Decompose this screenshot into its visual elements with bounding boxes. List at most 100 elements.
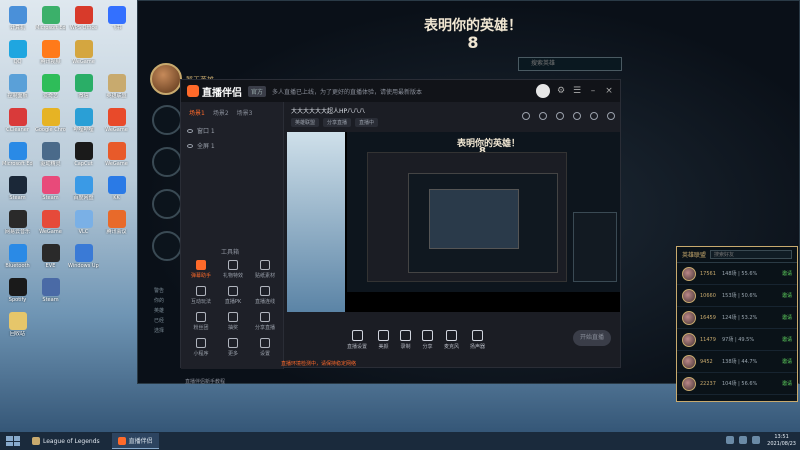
desktop-icon[interactable]: WeGame — [101, 104, 132, 138]
invite-button[interactable]: 邀请 — [782, 336, 792, 343]
eye-icon[interactable] — [187, 128, 193, 133]
desktop-icon[interactable]: Steam — [2, 172, 33, 206]
layout-icon[interactable] — [522, 112, 530, 120]
invite-button[interactable]: 邀请 — [782, 380, 792, 387]
volume-icon[interactable] — [739, 436, 747, 444]
desktop-icon[interactable]: 驱动精灵 — [35, 138, 66, 172]
desktop-icon[interactable]: VLC — [68, 206, 99, 240]
desktop-icon[interactable]: Microsoft Edge — [35, 2, 66, 36]
clock[interactable]: 13:51 2021/08/23 — [767, 434, 796, 448]
control-button[interactable]: 录制 — [400, 330, 412, 350]
desktop-icon[interactable]: 腾讯视频 — [35, 36, 66, 70]
settings-icon[interactable]: ⚙ — [556, 86, 566, 96]
room-tag[interactable]: 英雄联盟 — [291, 118, 320, 127]
desktop-icon[interactable]: Windows Update — [68, 240, 99, 274]
room-tag[interactable]: 直播中 — [355, 118, 379, 127]
champion-avatar[interactable] — [150, 63, 182, 95]
desktop-icon[interactable]: Steam — [35, 274, 66, 308]
desktop-icon[interactable]: CapCut — [68, 138, 99, 172]
desktop-icon[interactable]: 英雄联盟 — [101, 70, 132, 104]
control-button[interactable]: 分享 — [422, 330, 434, 350]
control-button[interactable]: 扬声器 — [470, 330, 485, 350]
friend-row[interactable]: 9452 138场 | 44.7% 邀请 — [677, 351, 797, 373]
desktop-icon[interactable]: 百度网盘 — [68, 172, 99, 206]
friends-search-input[interactable] — [710, 250, 792, 259]
desktop-icon[interactable]: 回收站 — [2, 308, 33, 342]
tool-button[interactable]: 贴纸素材 — [249, 260, 281, 286]
invite-button[interactable]: 邀请 — [782, 292, 792, 299]
desktop-icon[interactable]: EVE — [35, 240, 66, 274]
desktop-icon[interactable]: 计算机 — [2, 2, 33, 36]
desktop-icon[interactable]: Spotify — [2, 274, 33, 308]
tool-button[interactable]: 弹幕助手 — [185, 260, 217, 286]
desktop-icon[interactable]: Google Chrome — [35, 104, 66, 138]
desktop-icon[interactable]: 爱奇艺 — [35, 70, 66, 104]
desktop-icon[interactable] — [101, 274, 132, 308]
friend-row[interactable]: 11479 97场 | 49.5% 邀请 — [677, 329, 797, 351]
tool-button[interactable]: 设置 — [249, 338, 281, 364]
control-button[interactable]: 直播设置 — [347, 330, 367, 350]
room-title[interactable]: 大大大大大大超人HP八八八 — [291, 106, 365, 115]
friend-row[interactable]: 17561 148场 | 55.6% 邀请 — [677, 263, 797, 285]
desktop-icon[interactable]: 腾讯会议 — [101, 206, 132, 240]
user-avatar[interactable] — [536, 84, 550, 98]
desktop-icon[interactable]: 微信 — [68, 70, 99, 104]
tool-button[interactable]: 小程序 — [185, 338, 217, 364]
tool-button[interactable]: 粉丝团 — [185, 312, 217, 338]
tool-button[interactable]: 礼物特效 — [217, 260, 249, 286]
desktop-icon[interactable]: Microsoft Edge — [2, 138, 33, 172]
tool-button[interactable]: 抽奖 — [217, 312, 249, 338]
source-item[interactable]: 窗口 1 — [181, 123, 283, 138]
desktop-icon[interactable]: WeGame — [35, 206, 66, 240]
gear-icon[interactable] — [590, 112, 598, 120]
tool-button[interactable]: 分享直播 — [249, 312, 281, 338]
desktop-icon[interactable]: 飞书 — [101, 2, 132, 36]
source-item[interactable]: 全屏 1 — [181, 138, 283, 153]
tool-button[interactable]: 更多 — [217, 338, 249, 364]
desktop-icon[interactable]: CCleaner — [2, 104, 33, 138]
go-live-button[interactable]: 开始直播 — [573, 330, 611, 346]
tool-button[interactable]: 直播连线 — [249, 286, 281, 312]
control-button[interactable]: 美颜 — [378, 330, 390, 350]
close-icon[interactable]: × — [604, 86, 614, 96]
bell-icon[interactable] — [573, 112, 581, 120]
tab-scene[interactable]: 场景3 — [237, 108, 253, 117]
desktop-icon[interactable]: WPS Office — [68, 2, 99, 36]
tutorial-link[interactable]: 直播伴侣新手教程 — [185, 378, 225, 385]
desktop-icon[interactable]: 网易云音乐 — [2, 206, 33, 240]
desktop-icon[interactable]: Bluetooth — [2, 240, 33, 274]
room-tag[interactable]: 分享直播 — [323, 118, 352, 127]
desktop-icon[interactable]: 控制面板 — [2, 70, 33, 104]
desktop-icon[interactable] — [101, 240, 132, 274]
eye-icon[interactable] — [187, 143, 193, 148]
invite-button[interactable]: 邀请 — [782, 314, 792, 321]
lock-icon[interactable] — [556, 112, 564, 120]
tab-scene[interactable]: 场景2 — [213, 108, 229, 117]
camera-icon[interactable] — [539, 112, 547, 120]
control-button[interactable]: 麦克风 — [444, 330, 459, 350]
friend-row[interactable]: 22237 104场 | 56.6% 邀请 — [677, 373, 797, 395]
champion-search-input[interactable] — [518, 57, 622, 71]
network-icon[interactable] — [726, 436, 734, 444]
tab-scene[interactable]: 场景1 — [189, 108, 205, 117]
desktop-icon[interactable] — [101, 36, 132, 70]
friend-row[interactable]: 10660 153场 | 50.6% 邀请 — [677, 285, 797, 307]
menu-icon[interactable]: ☰ — [572, 86, 582, 96]
taskbar-item[interactable]: League of Legends — [26, 433, 106, 449]
tool-button[interactable]: 互动玩法 — [185, 286, 217, 312]
desktop-icon[interactable]: WeGame — [68, 36, 99, 70]
notice-text[interactable]: 多人直播已上线，为了更好的直播体验，请使用最新版本 — [272, 87, 530, 96]
tool-button[interactable]: 直播PK — [217, 286, 249, 312]
input-method-icon[interactable] — [752, 436, 760, 444]
desktop-icon[interactable] — [68, 274, 99, 308]
invite-button[interactable]: 邀请 — [782, 270, 792, 277]
taskbar-item[interactable]: 直播伴侣 — [111, 433, 159, 449]
desktop-icon[interactable]: Steam — [35, 172, 66, 206]
desktop-icon[interactable]: 哔哩哔哩 — [68, 104, 99, 138]
desktop-icon[interactable]: QQ — [2, 36, 33, 70]
desktop-icon[interactable]: KK — [101, 172, 132, 206]
desktop-icon[interactable]: WeGame — [101, 138, 132, 172]
invite-button[interactable]: 邀请 — [782, 358, 792, 365]
stream-preview[interactable]: 表明你的英雄！ 8 — [287, 132, 620, 312]
friend-row[interactable]: 16459 124场 | 53.2% 邀请 — [677, 307, 797, 329]
